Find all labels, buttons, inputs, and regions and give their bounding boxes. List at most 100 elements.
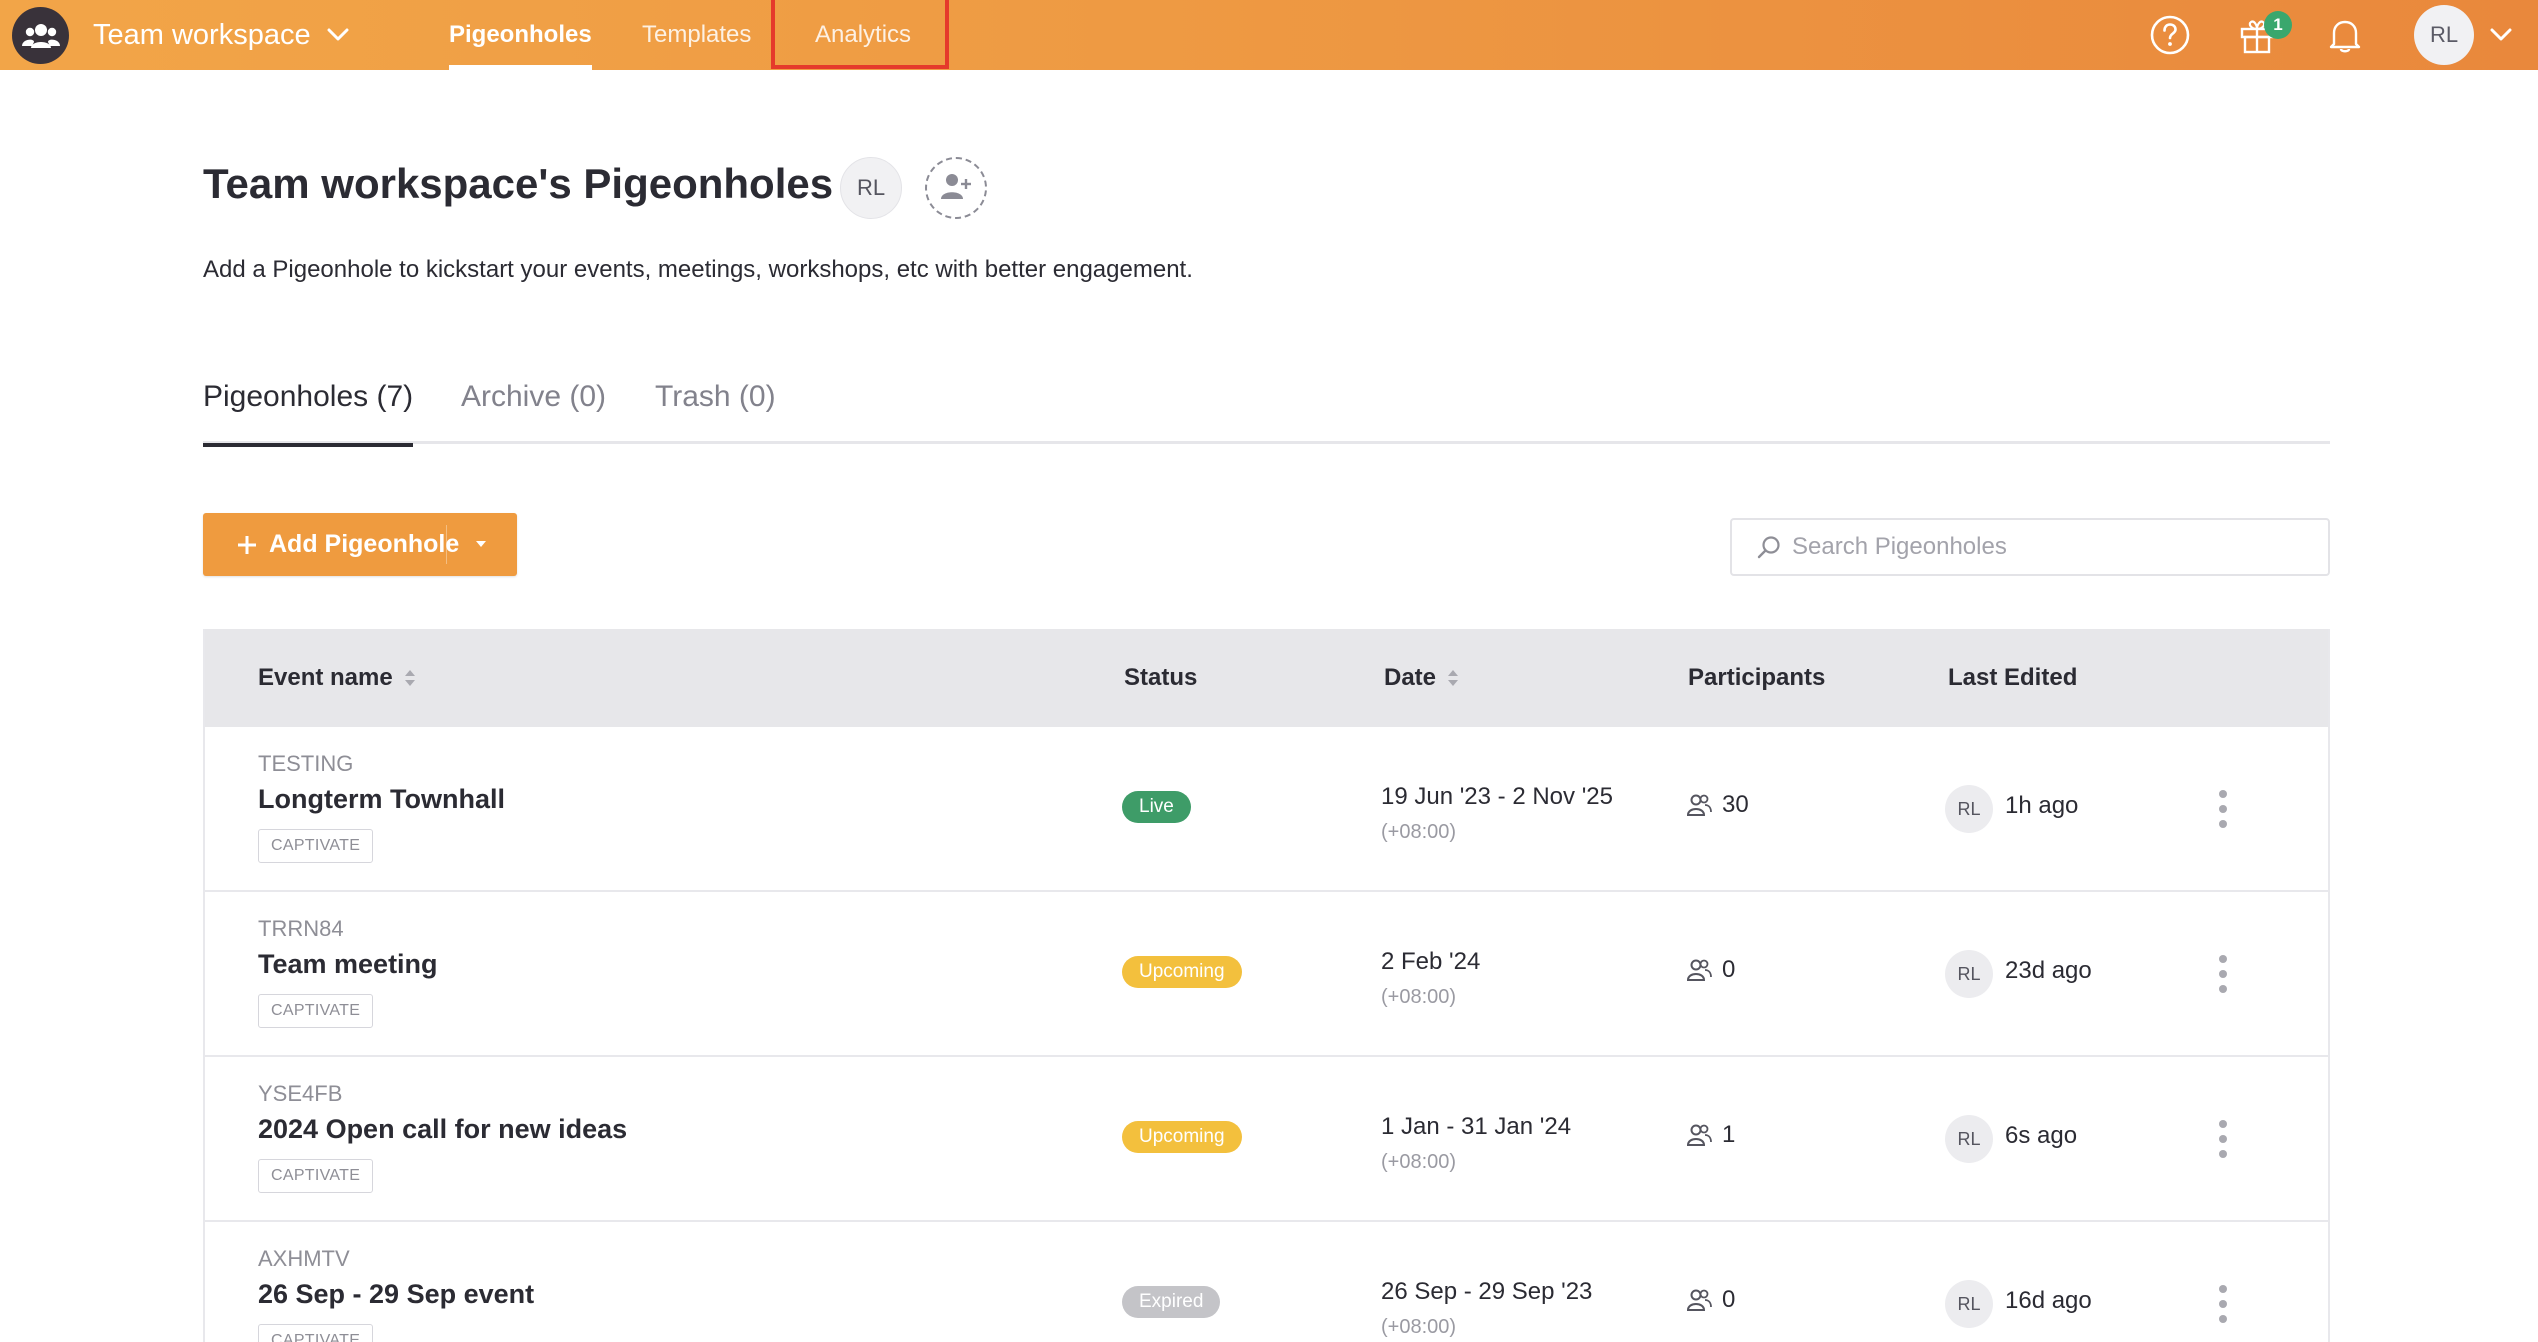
participants-icon [1686, 957, 1712, 983]
owner-avatar[interactable]: RL [840, 157, 902, 219]
more-options-icon[interactable] [2203, 782, 2243, 836]
event-type-tag: CAPTIVATE [258, 1324, 374, 1342]
event-date: 19 Jun '23 - 2 Nov '25 [1381, 783, 1613, 810]
search-input[interactable] [1792, 533, 2312, 561]
table-header: Event name Status Date Participants Last… [205, 629, 2328, 727]
participants-icon [1686, 1122, 1712, 1148]
search-icon [1756, 534, 1782, 560]
add-person-icon [939, 171, 973, 206]
participants-value: 0 [1722, 1286, 1736, 1313]
event-timezone: (+08:00) [1381, 986, 1457, 1008]
column-header-event-name[interactable]: Event name [258, 664, 417, 692]
bell-icon[interactable] [2320, 10, 2370, 60]
tab-archive[interactable]: Archive (0) [461, 372, 606, 444]
analytics-highlight-box [771, 0, 949, 69]
table-row[interactable]: TESTING Longterm Townhall CAPTIVATE Live… [205, 727, 2328, 892]
event-code: AXHMTV [258, 1246, 350, 1271]
participants-count: 30 [1686, 791, 1749, 819]
column-header-label: Participants [1688, 664, 1826, 691]
event-name[interactable]: Longterm Townhall [258, 784, 505, 815]
status-badge: Expired [1122, 1286, 1221, 1318]
workspace-people-icon[interactable] [12, 7, 69, 64]
sort-icon[interactable] [403, 667, 417, 689]
last-edited-time: 6s ago [2005, 1122, 2078, 1149]
participants-count: 0 [1686, 1286, 1735, 1314]
add-member-button[interactable] [925, 157, 987, 219]
page-title: Team workspace's Pigeonholes [203, 160, 834, 207]
chevron-down-icon[interactable] [2486, 20, 2516, 50]
table-row[interactable]: TRRN84 Team meeting CAPTIVATE Upcoming 2… [205, 892, 2328, 1057]
workspace-switcher[interactable]: Team workspace [93, 12, 349, 58]
dropdown-caret-icon[interactable] [473, 536, 489, 552]
table-row[interactable]: YSE4FB 2024 Open call for new ideas CAPT… [205, 1057, 2328, 1222]
column-header-participants: Participants [1688, 664, 1825, 692]
sort-icon[interactable] [1446, 667, 1460, 689]
tab-archive-label: Archive (0) [461, 380, 607, 413]
last-edited-time: 16d ago [2005, 1287, 2092, 1314]
column-header-label: Last Edited [1948, 664, 2078, 691]
tab-pigeonholes-list[interactable]: Pigeonholes (7) [203, 372, 414, 447]
editor-avatar: RL [1945, 950, 1993, 998]
event-code: YSE4FB [258, 1081, 343, 1106]
tab-pigeonholes-label: Pigeonholes [449, 21, 592, 48]
pigeonholes-table: Event name Status Date Participants Last… [203, 629, 2330, 1342]
participants-value: 1 [1722, 1121, 1736, 1148]
column-header-date[interactable]: Date [1384, 664, 1460, 692]
search-box [1730, 518, 2330, 576]
event-timezone: (+08:00) [1381, 1151, 1457, 1173]
event-name[interactable]: 26 Sep - 29 Sep event [258, 1279, 534, 1310]
table-row[interactable]: AXHMTV 26 Sep - 29 Sep event CAPTIVATE E… [205, 1222, 2328, 1342]
page-subtitle: Add a Pigeonhole to kickstart your event… [203, 256, 1193, 283]
help-icon[interactable] [2145, 10, 2195, 60]
column-header-status: Status [1124, 664, 1197, 692]
more-options-icon[interactable] [2203, 947, 2243, 1001]
plus-icon [237, 535, 257, 555]
column-header-label: Event name [258, 664, 393, 691]
editor-avatar: RL [1945, 1280, 1993, 1328]
button-divider [446, 525, 447, 564]
tab-templates[interactable]: Templates [642, 0, 751, 70]
event-type-tag: CAPTIVATE [258, 1159, 374, 1193]
event-date: 2 Feb '24 [1381, 948, 1481, 975]
event-type-tag: CAPTIVATE [258, 994, 374, 1028]
column-header-label: Status [1124, 664, 1198, 691]
participants-icon [1686, 1287, 1712, 1313]
tab-trash-label: Trash (0) [655, 380, 776, 413]
event-code: TESTING [258, 751, 354, 776]
workspace-name: Team workspace [93, 18, 311, 51]
gift-notification-badge: 1 [2264, 11, 2292, 39]
event-name[interactable]: Team meeting [258, 949, 438, 980]
column-header-label: Date [1384, 664, 1437, 691]
event-date: 26 Sep - 29 Sep '23 [1381, 1278, 1593, 1305]
status-badge: Upcoming [1122, 956, 1242, 988]
tab-pigeonholes-list-label: Pigeonholes (7) [203, 380, 414, 413]
participants-value: 0 [1722, 956, 1736, 983]
active-tab-indicator [203, 443, 414, 447]
last-edited-time: 1h ago [2005, 792, 2079, 819]
more-options-icon[interactable] [2203, 1112, 2243, 1166]
tab-pigeonholes[interactable]: Pigeonholes [449, 0, 592, 70]
add-pigeonhole-label: Add Pigeonhole [269, 530, 460, 558]
event-code: TRRN84 [258, 916, 344, 941]
more-options-icon[interactable] [2203, 1277, 2243, 1331]
active-tab-indicator [449, 65, 592, 70]
event-name[interactable]: 2024 Open call for new ideas [258, 1114, 627, 1145]
editor-avatar: RL [1945, 785, 1993, 833]
chevron-down-icon [327, 28, 349, 42]
tab-trash[interactable]: Trash (0) [655, 372, 776, 444]
section-tabs: Pigeonholes (7) Archive (0) Trash (0) [203, 372, 2330, 447]
participants-value: 30 [1722, 791, 1749, 818]
event-timezone: (+08:00) [1381, 1316, 1457, 1338]
column-header-last-edited: Last Edited [1948, 664, 2077, 692]
add-pigeonhole-button[interactable]: Add Pigeonhole [203, 513, 517, 576]
event-timezone: (+08:00) [1381, 821, 1457, 843]
status-badge: Upcoming [1122, 1121, 1242, 1153]
status-badge: Live [1122, 791, 1191, 823]
user-avatar[interactable]: RL [2414, 5, 2474, 65]
participants-count: 1 [1686, 1121, 1735, 1149]
tab-templates-label: Templates [642, 21, 752, 48]
top-navigation-bar: Team workspace Pigeonholes Templates Ana… [0, 0, 2538, 70]
editor-avatar: RL [1945, 1115, 1993, 1163]
participants-count: 0 [1686, 956, 1735, 984]
event-date: 1 Jan - 31 Jan '24 [1381, 1113, 1572, 1140]
